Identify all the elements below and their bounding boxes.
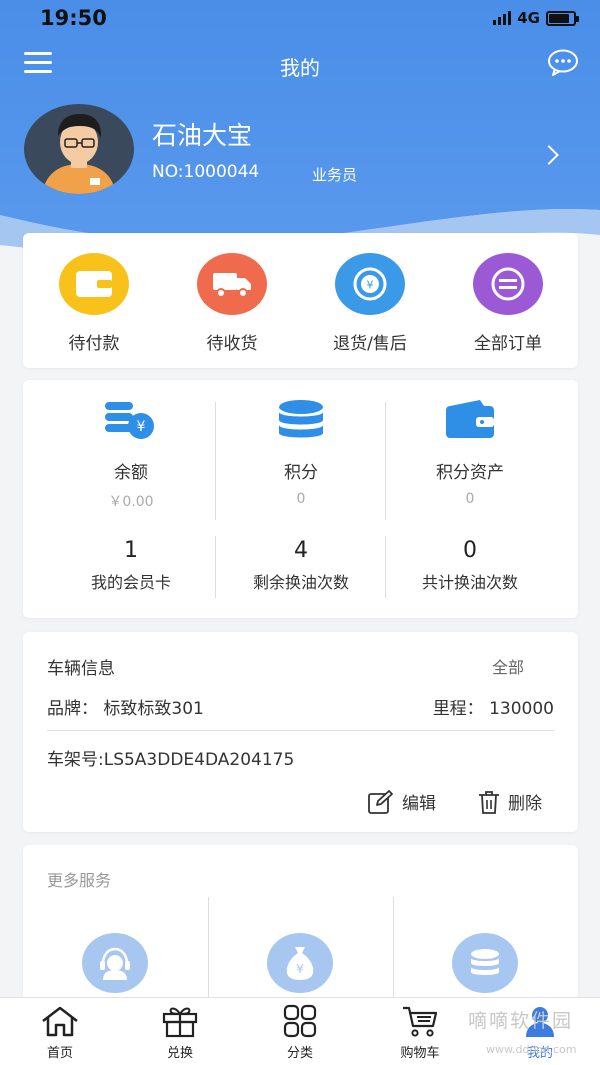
tab-label: 兑换 <box>166 1046 193 1061</box>
truck-icon <box>197 253 267 315</box>
total-oil-changes-stat[interactable]: 0 共计换油次数 <box>386 538 554 593</box>
balance-value: ￥0.00 <box>108 494 154 510</box>
tab-label: 首页 <box>46 1046 73 1061</box>
signal-icon <box>493 11 512 25</box>
delete-label: 删除 <box>508 794 542 814</box>
order-all[interactable]: 全部订单 <box>439 253 577 354</box>
vehicle-all-link[interactable]: 全部 <box>492 654 524 678</box>
gift-icon <box>140 1002 220 1040</box>
orders-card: 待付款 待收货 ¥ 退货/售后 全部订单 <box>23 233 578 368</box>
order-label: 全部订单 <box>474 334 542 354</box>
profile-header[interactable]: 石油大宝 NO:1000044 业务员 <box>0 100 600 200</box>
remaining-oil-changes-label: 剩余换油次数 <box>252 573 349 592</box>
customer-service-icon[interactable] <box>82 933 148 993</box>
grid-icon <box>260 1002 340 1040</box>
status-time: 19:50 <box>40 6 107 30</box>
watermark: 嘀嘀软件园 <box>468 1010 574 1032</box>
tab-home[interactable]: 首页 <box>20 1002 100 1061</box>
watermark-url: www.ddooo.com <box>486 1043 577 1056</box>
status-bar: 19:50 4G <box>0 0 600 40</box>
coin-stack-icon[interactable] <box>452 933 518 993</box>
page-title: 我的 <box>280 56 320 80</box>
refund-icon: ¥ <box>335 253 405 315</box>
trash-icon <box>479 790 499 814</box>
points-label: 积分 <box>284 463 318 483</box>
orders-icon <box>473 253 543 315</box>
message-icon[interactable] <box>546 48 580 78</box>
battery-icon <box>546 10 579 26</box>
points-assets-value: 0 <box>465 491 475 507</box>
edit-icon <box>368 789 393 814</box>
remaining-oil-changes-stat[interactable]: 4 剩余换油次数 <box>216 538 386 593</box>
status-indicators: 4G <box>493 9 579 27</box>
order-pending-receipt[interactable]: 待收货 <box>163 253 301 354</box>
order-label: 待收货 <box>206 334 258 354</box>
avatar[interactable] <box>24 104 134 194</box>
tab-category[interactable]: 分类 <box>260 1002 340 1061</box>
total-oil-changes-label: 共计换油次数 <box>421 573 518 592</box>
order-label: 待付款 <box>68 334 120 354</box>
vehicle-title: 车辆信息 <box>47 659 115 679</box>
tab-label: 分类 <box>286 1046 313 1061</box>
member-cards-count: 1 <box>124 538 138 563</box>
wallet-card: ¥ 余额 ￥0.00 积分 0 积分资产 0 1 我的会员卡 4 剩余换油次数 … <box>23 380 578 618</box>
home-icon <box>20 1002 100 1040</box>
cart-icon <box>380 1002 460 1040</box>
nav-bar: 我的 <box>0 40 600 90</box>
points-assets-label: 积分资产 <box>436 463 504 483</box>
divider <box>393 897 394 1000</box>
points-assets-stat[interactable]: 积分资产 0 <box>386 398 554 507</box>
network-type: 4G <box>517 9 540 27</box>
user-number: NO:1000044 <box>152 162 260 182</box>
points-value: 0 <box>296 491 306 507</box>
chevron-right-icon[interactable] <box>539 145 559 165</box>
divider <box>47 730 554 731</box>
wallet-icon <box>446 400 494 438</box>
divider <box>208 897 209 1000</box>
coins-icon: ¥ <box>105 402 154 439</box>
member-cards-stat[interactable]: 1 我的会员卡 <box>47 538 215 593</box>
services-card: 更多服务 ¥ <box>23 845 578 1000</box>
order-pending-payment[interactable]: 待付款 <box>25 253 163 354</box>
edit-label: 编辑 <box>402 794 436 814</box>
vehicle-mileage: 里程： 130000 <box>432 699 554 719</box>
member-cards-label: 我的会员卡 <box>90 573 171 592</box>
total-oil-changes-count: 0 <box>463 538 477 563</box>
delete-button[interactable]: 删除 <box>478 789 542 814</box>
money-bag-icon[interactable]: ¥ <box>267 933 333 993</box>
services-title: 更多服务 <box>47 871 112 890</box>
user-name: 石油大宝 <box>152 121 253 150</box>
tab-label: 购物车 <box>400 1046 440 1061</box>
svg-text:¥: ¥ <box>137 419 146 435</box>
wallet-icon <box>59 253 129 315</box>
coin-stack-icon <box>279 400 323 438</box>
vehicle-vin: 车架号:LS5A3DDE4DA204175 <box>47 750 295 770</box>
balance-stat[interactable]: ¥ 余额 ￥0.00 <box>47 398 215 511</box>
tab-cart[interactable]: 购物车 <box>380 1002 460 1061</box>
order-refund[interactable]: ¥ 退货/售后 <box>301 253 439 354</box>
svg-text:¥: ¥ <box>296 962 304 976</box>
remaining-oil-changes-count: 4 <box>294 538 308 563</box>
order-label: 退货/售后 <box>333 334 407 354</box>
points-stat[interactable]: 积分 0 <box>216 398 386 507</box>
vehicle-card: 车辆信息 全部 品牌： 标致标致301 里程： 130000 车架号:LS5A3… <box>23 632 578 832</box>
svg-text:¥: ¥ <box>367 279 374 292</box>
user-role: 业务员 <box>312 166 358 184</box>
tab-exchange[interactable]: 兑换 <box>140 1002 220 1061</box>
balance-label: 余额 <box>114 463 148 483</box>
edit-button[interactable]: 编辑 <box>368 789 436 814</box>
vehicle-brand: 品牌： 标致标致301 <box>47 699 204 719</box>
